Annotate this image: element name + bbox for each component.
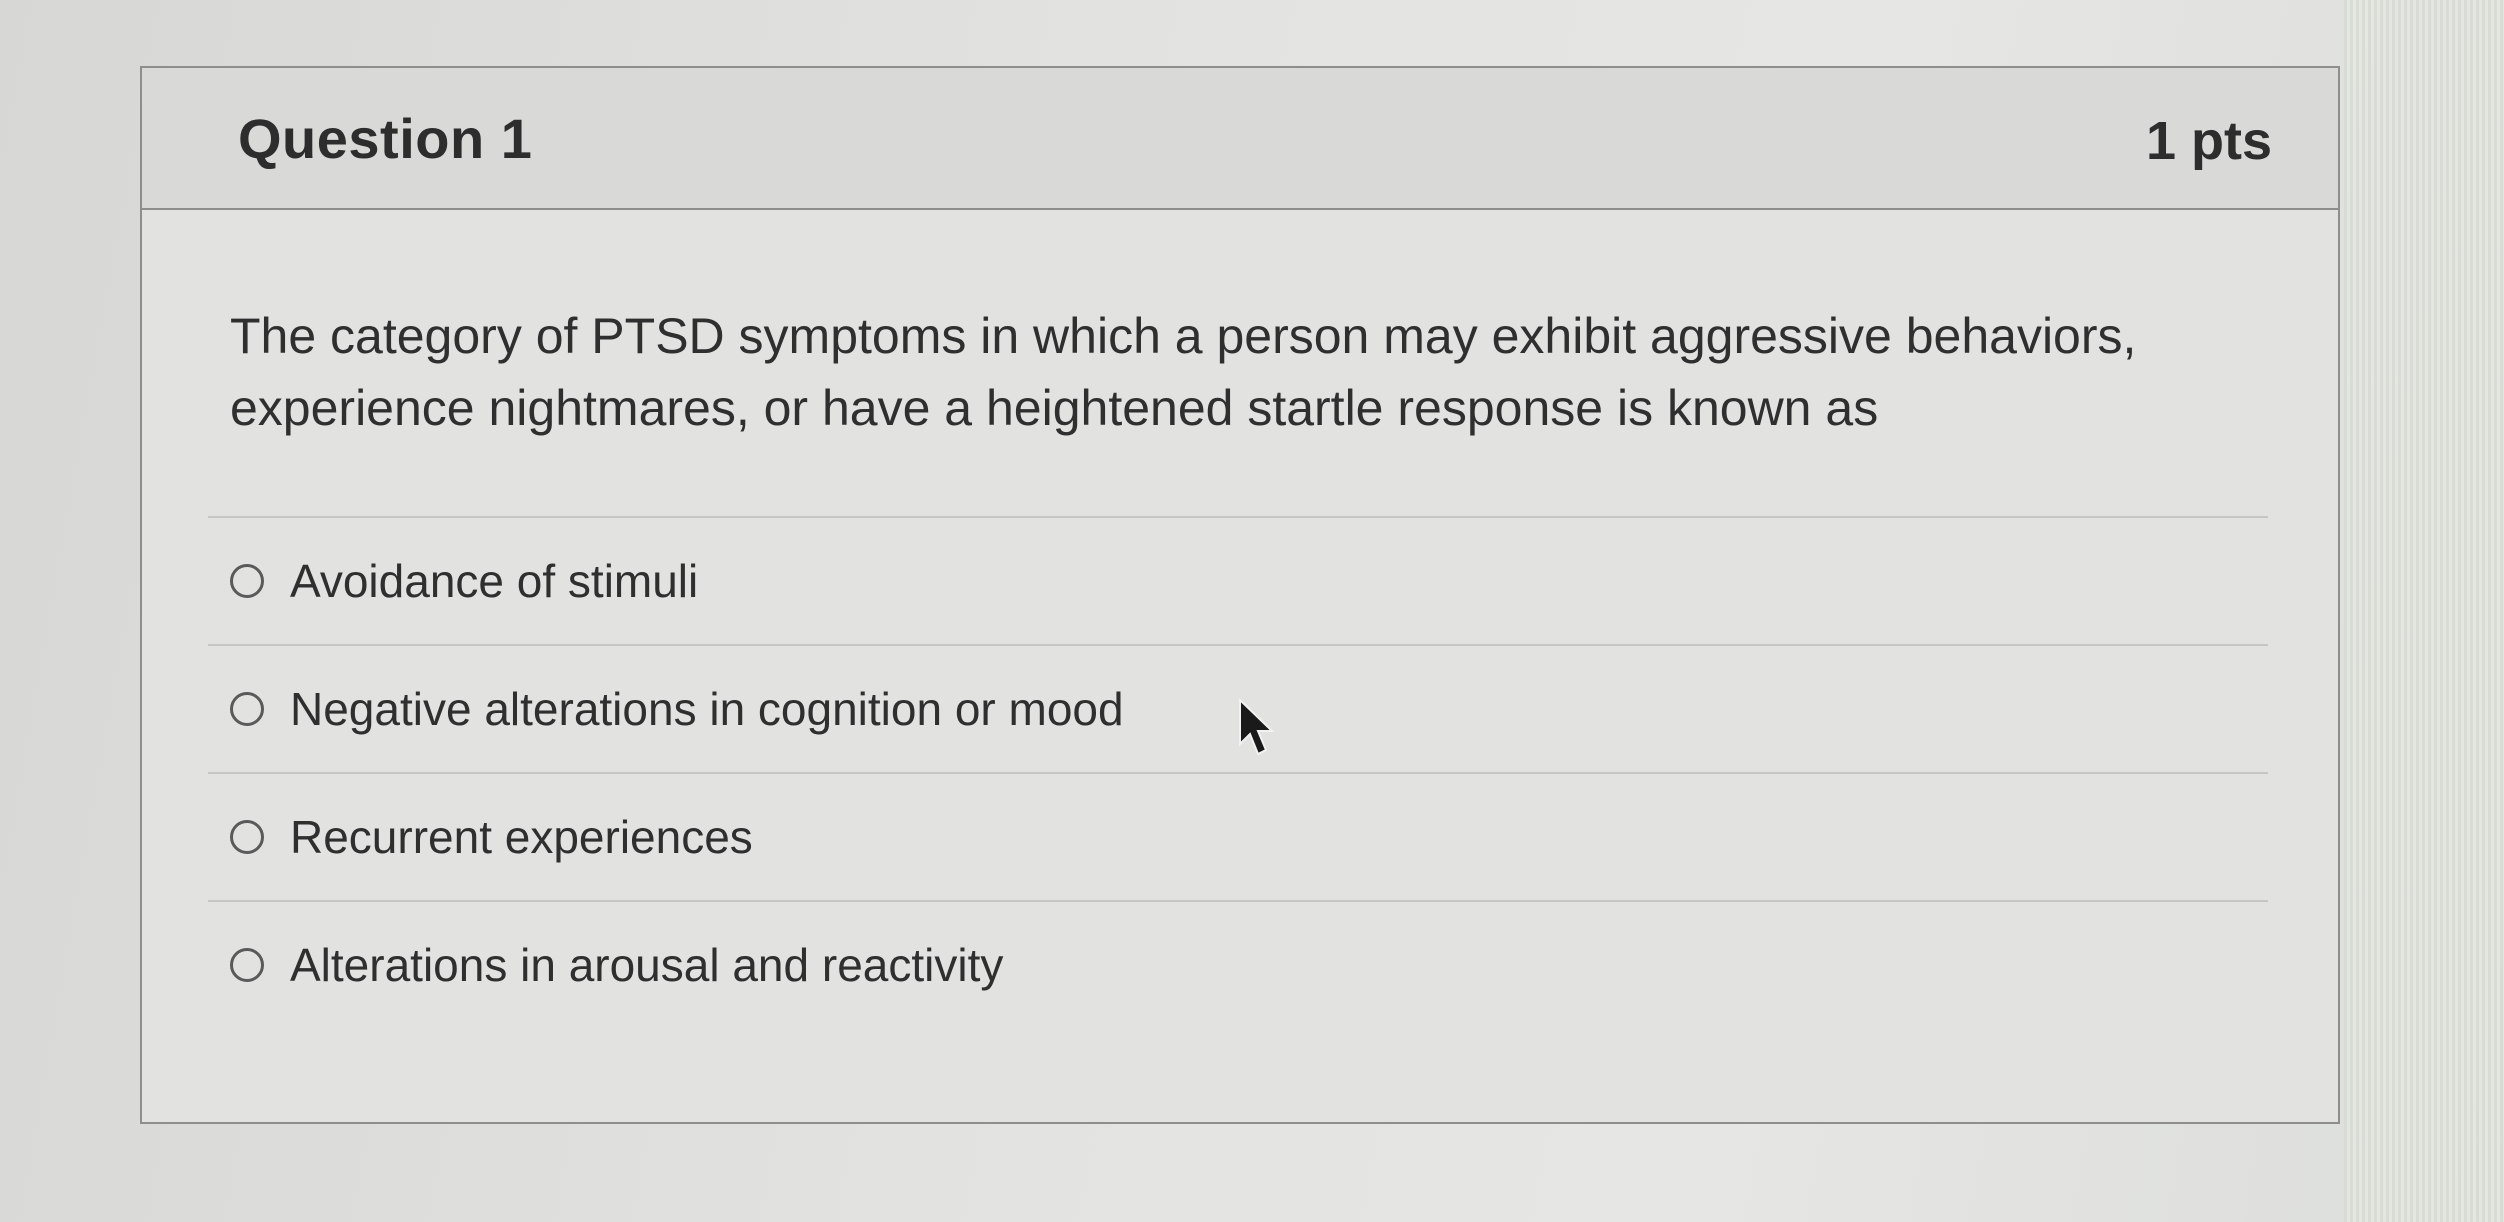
radio-unchecked-icon[interactable] bbox=[230, 692, 264, 726]
radio-unchecked-icon[interactable] bbox=[230, 564, 264, 598]
answer-option-4[interactable]: Alterations in arousal and reactivity bbox=[208, 902, 2268, 1028]
answer-label[interactable]: Negative alterations in cognition or moo… bbox=[290, 682, 1124, 736]
question-text: The category of PTSD symptoms in which a… bbox=[230, 308, 2137, 436]
answer-list: Avoidance of stimuli Negative alteration… bbox=[208, 516, 2268, 1028]
radio-unchecked-icon[interactable] bbox=[230, 820, 264, 854]
answer-option-3[interactable]: Recurrent experiences bbox=[208, 774, 2268, 900]
answer-option-1[interactable]: Avoidance of stimuli bbox=[208, 518, 2268, 644]
question-points: 1 pts bbox=[2145, 111, 2272, 171]
radio-unchecked-icon[interactable] bbox=[230, 948, 264, 982]
mouse-pointer-icon bbox=[1239, 698, 1275, 756]
background-edge bbox=[2344, 0, 2504, 1222]
answer-label[interactable]: Alterations in arousal and reactivity bbox=[290, 938, 1003, 992]
answer-label[interactable]: Avoidance of stimuli bbox=[290, 554, 698, 608]
question-header: Question 1 1 pts bbox=[142, 68, 2338, 210]
question-card: Question 1 1 pts The category of PTSD sy… bbox=[140, 66, 2340, 1124]
answer-label[interactable]: Recurrent experiences bbox=[290, 810, 753, 864]
question-title: Question 1 bbox=[238, 107, 533, 170]
